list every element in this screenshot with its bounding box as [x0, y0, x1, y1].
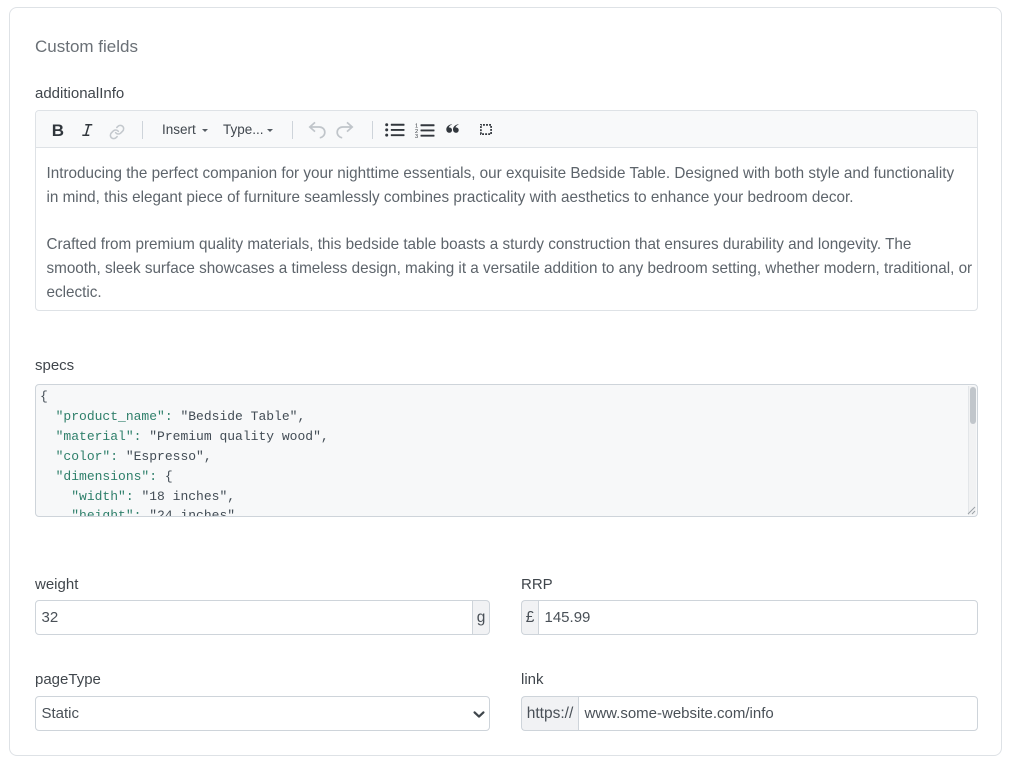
svg-text:3: 3 — [415, 134, 418, 138]
